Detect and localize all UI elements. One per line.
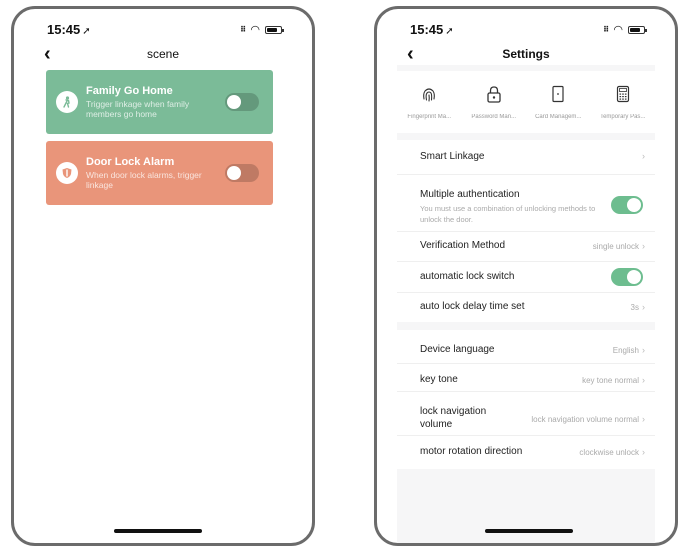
row-label: Device language (420, 344, 495, 355)
scene-card-description: When door lock alarms, trigger linkage (86, 170, 202, 190)
row-label: Smart Linkage (420, 151, 485, 162)
cellular-signal-icon: ⠿ (240, 25, 246, 34)
unlock-method-temporary-password[interactable]: Temporary Pas... (591, 71, 656, 133)
nav-bar: ‹ scene (14, 43, 312, 69)
row-value: single unlock (592, 242, 639, 251)
unlock-method-password[interactable]: Password Man... (462, 71, 527, 133)
status-bar: 15:45 ➚ ⠿ ◠ (14, 22, 312, 38)
unlock-method-label: Card Managem... (535, 114, 582, 120)
row-label: auto lock delay time set (420, 301, 525, 312)
row-device-language[interactable]: Device language English › (397, 330, 655, 364)
row-value: key tone normal (582, 376, 639, 385)
scene-card-description: Trigger linkage when family members go h… (86, 99, 190, 119)
row-auto-lock-delay[interactable]: auto lock delay time set 3s › (397, 292, 655, 322)
unlock-method-label: Fingerprint Ma... (407, 114, 452, 120)
page-title: Settings (502, 47, 550, 61)
chevron-right-icon: › (642, 414, 645, 424)
battery-icon (265, 25, 284, 34)
chevron-right-icon: › (642, 151, 645, 161)
row-automatic-lock-switch: automatic lock switch (397, 261, 655, 293)
scene-card-door-lock-alarm[interactable]: Door Lock Alarm When door lock alarms, t… (46, 141, 273, 205)
row-motor-rotation-direction[interactable]: motor rotation direction clockwise unloc… (397, 435, 655, 469)
unlock-method-fingerprint[interactable]: Fingerprint Ma... (397, 71, 462, 133)
chevron-right-icon: › (642, 447, 645, 457)
chevron-right-icon: › (642, 375, 645, 385)
row-smart-linkage[interactable]: Smart Linkage › (397, 140, 655, 175)
row-label: Multiple authentication (420, 189, 520, 200)
scene-card-title: Door Lock Alarm (86, 156, 175, 168)
home-indicator (485, 529, 573, 533)
chevron-right-icon: › (642, 302, 645, 312)
multiple-authentication-switch[interactable] (611, 196, 643, 214)
padlock-icon (487, 86, 501, 103)
row-label: Verification Method (420, 240, 506, 251)
card-icon (552, 85, 564, 103)
settings-screen: 15:45 ➚ ⠿ ◠ ‹ Settings Fingerprint Ma... … (374, 6, 678, 546)
nav-bar: ‹ Settings (377, 43, 675, 69)
chevron-right-icon: › (642, 241, 645, 251)
unlock-method-label: Temporary Pas... (600, 114, 646, 120)
row-label: automatic lock switch (420, 271, 515, 282)
unlock-methods-row: Fingerprint Ma... Password Man... Card M… (397, 71, 655, 133)
scene-card-family-go-home[interactable]: Family Go Home Trigger linkage when fami… (46, 70, 273, 134)
row-label: motor rotation direction (420, 446, 523, 457)
automatic-lock-switch[interactable] (611, 268, 643, 286)
row-value: 3s (630, 303, 639, 312)
unlock-method-label: Password Man... (471, 114, 517, 120)
cellular-signal-icon: ⠿ (603, 25, 609, 34)
row-verification-method[interactable]: Verification Method single unlock › (397, 231, 655, 262)
row-multiple-authentication: Multiple authentication You must use a c… (397, 174, 655, 232)
row-label: lock navigation volume (420, 406, 487, 430)
wifi-icon: ◠ (250, 24, 260, 36)
chevron-right-icon: › (642, 345, 645, 355)
row-key-tone[interactable]: key tone key tone normal › (397, 363, 655, 392)
row-value: clockwise unlock (579, 448, 639, 457)
scene-toggle-family-go-home[interactable] (225, 93, 259, 111)
status-bar: 15:45 ➚ ⠿ ◠ (377, 22, 675, 38)
status-time: 15:45 (47, 22, 81, 37)
row-value: lock navigation volume normal (531, 415, 639, 424)
unlock-method-card[interactable]: Card Managem... (526, 71, 591, 133)
settings-group-device: Device language English › key tone key to… (397, 330, 655, 469)
battery-icon (628, 25, 647, 34)
location-arrow-icon: ➚ (82, 26, 91, 37)
home-indicator (114, 529, 202, 533)
scene-toggle-door-lock-alarm[interactable] (225, 164, 259, 182)
row-value: English (612, 346, 639, 355)
wifi-icon: ◠ (613, 24, 623, 36)
settings-group-security: Smart Linkage › Multiple authentication … (397, 140, 655, 322)
page-title: scene (146, 47, 180, 61)
fingerprint-icon (423, 88, 436, 102)
row-lock-navigation-volume[interactable]: lock navigation volume lock navigation v… (397, 391, 655, 436)
scene-card-title: Family Go Home (86, 85, 173, 97)
scene-screen: 15:45 ➚ ⠿ ◠ ‹ scene Family Go Home Trigge… (11, 6, 315, 546)
keypad-icon (616, 85, 629, 103)
shield-icon (56, 162, 78, 184)
row-description: You must use a combination of unlocking … (420, 204, 596, 224)
walking-person-icon (56, 91, 78, 113)
row-label: key tone (420, 374, 458, 385)
status-time: 15:45 (410, 22, 444, 37)
location-arrow-icon: ➚ (445, 26, 454, 37)
